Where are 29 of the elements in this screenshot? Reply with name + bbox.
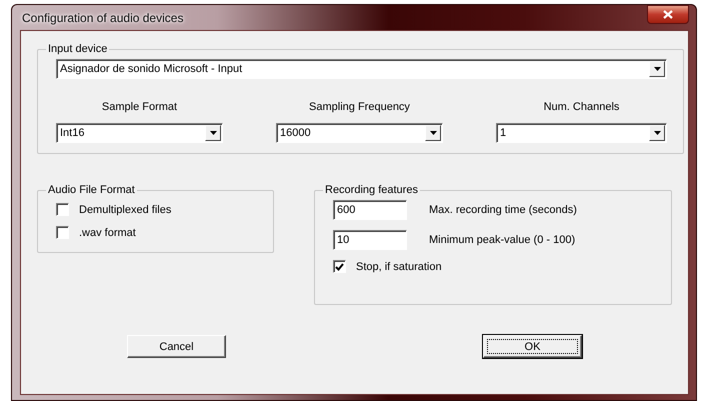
- checkbox[interactable]: [56, 226, 69, 239]
- dialog-button[interactable]: Cancel: [127, 335, 226, 358]
- checkbox-label: Demultiplexed files: [79, 204, 172, 216]
- field-label: Sample Format: [102, 101, 178, 113]
- dropdown[interactable]: 16000: [276, 123, 443, 143]
- dropdown[interactable]: 1: [496, 123, 667, 143]
- checkbox[interactable]: [333, 260, 346, 273]
- close-icon: [663, 10, 673, 19]
- number-field[interactable]: 10: [333, 230, 407, 250]
- dropdown-arrow-icon: [654, 131, 660, 135]
- field-label: Num. Channels: [544, 101, 620, 113]
- field-label: Sampling Frequency: [309, 101, 410, 113]
- group-label: Audio File Format: [47, 184, 136, 196]
- dropdown-arrow-icon: [430, 131, 436, 135]
- window-title: Configuration of audio devices: [21, 10, 184, 24]
- dialog-button[interactable]: OK: [483, 335, 582, 358]
- checkbox[interactable]: [56, 203, 69, 216]
- dropdown-arrow-icon: [654, 67, 660, 71]
- dropdown[interactable]: Int16: [56, 123, 223, 143]
- group-label: Input device: [47, 43, 108, 55]
- close-button[interactable]: [647, 5, 689, 24]
- number-field[interactable]: 600: [333, 200, 407, 220]
- field-label: Minimum peak-value (0 - 100): [429, 234, 576, 246]
- dropdown-arrow-icon: [210, 131, 216, 135]
- group-label: Recording features: [324, 184, 419, 196]
- checkbox-label: .wav format: [79, 226, 136, 238]
- device-dropdown[interactable]: Asignador de sonido Microsoft - Input: [56, 59, 667, 79]
- checkbox-label: Stop, if saturation: [356, 260, 442, 272]
- field-label: Max. recording time (seconds): [429, 204, 577, 216]
